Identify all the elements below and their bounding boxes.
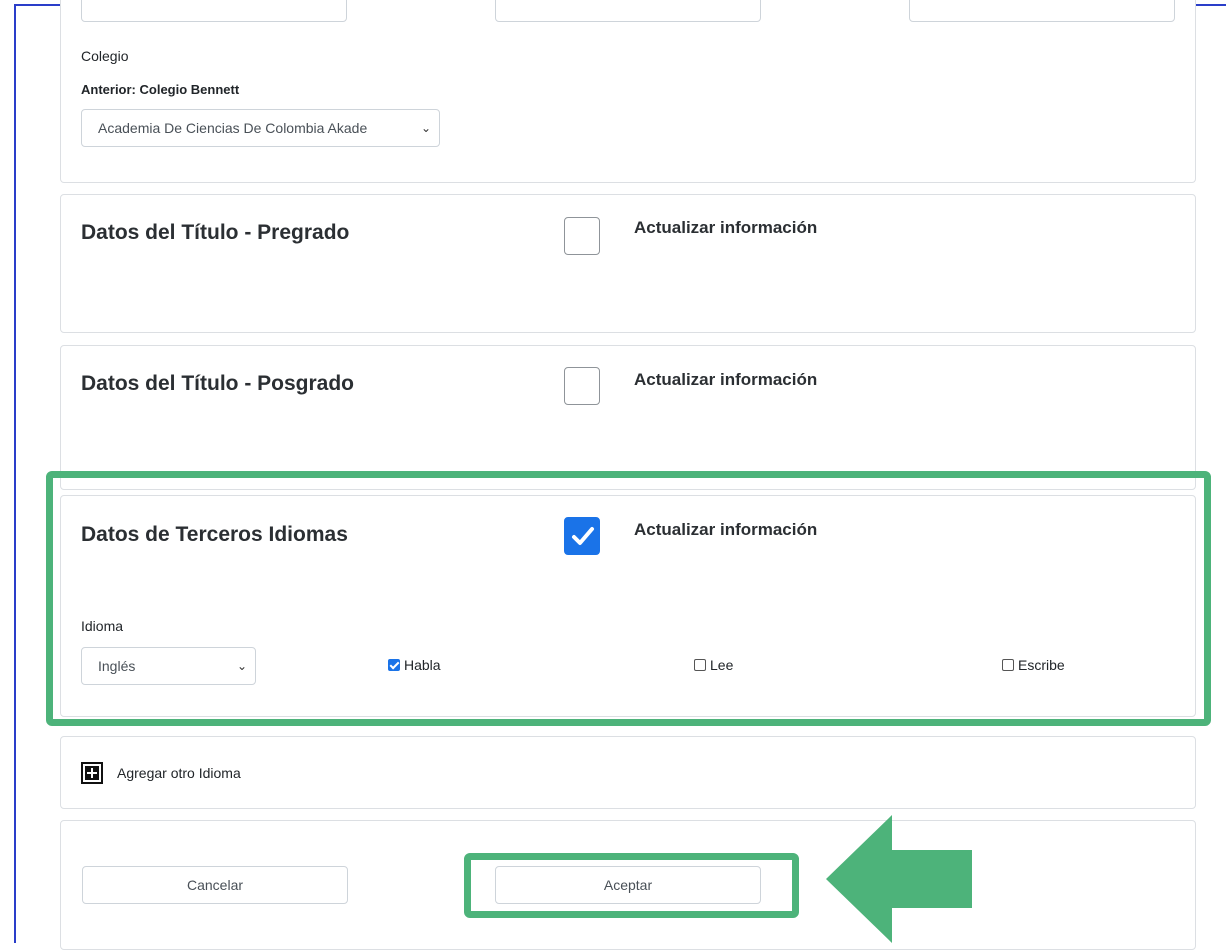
cancel-button[interactable]: Cancelar <box>82 866 348 904</box>
highlight-idiomas-section <box>46 471 1211 726</box>
pregrado-update-checkbox[interactable] <box>564 217 600 255</box>
chevron-down-icon: ⌄ <box>420 121 431 135</box>
top-input-3[interactable] <box>909 0 1175 22</box>
arrow-left-icon <box>826 815 972 943</box>
posgrado-update-checkbox[interactable] <box>564 367 600 405</box>
add-language-label[interactable]: Agregar otro Idioma <box>117 765 241 781</box>
colegio-card: Colegio Anterior: Colegio Bennett Academ… <box>60 0 1196 183</box>
pregrado-title: Datos del Título - Pregrado <box>81 221 350 244</box>
pregrado-card: Datos del Título - Pregrado Actualizar i… <box>60 194 1196 333</box>
colegio-select[interactable]: Academia De Ciencias De Colombia Akade ⌄ <box>81 109 440 147</box>
highlight-accept-button <box>464 853 799 918</box>
pregrado-update-label: Actualizar información <box>634 218 818 237</box>
top-input-1[interactable] <box>81 0 347 22</box>
colegio-previous: Anterior: Colegio Bennett <box>81 82 240 97</box>
add-square-icon[interactable] <box>81 762 103 784</box>
posgrado-card: Datos del Título - Posgrado Actualizar i… <box>60 345 1196 490</box>
posgrado-update-label: Actualizar información <box>634 370 818 389</box>
posgrado-title: Datos del Título - Posgrado <box>81 372 355 395</box>
top-input-2[interactable] <box>495 0 761 22</box>
add-language-card: Agregar otro Idioma <box>60 736 1196 809</box>
colegio-label: Colegio <box>81 48 129 64</box>
colegio-select-value: Academia De Ciencias De Colombia Akade <box>98 120 368 136</box>
